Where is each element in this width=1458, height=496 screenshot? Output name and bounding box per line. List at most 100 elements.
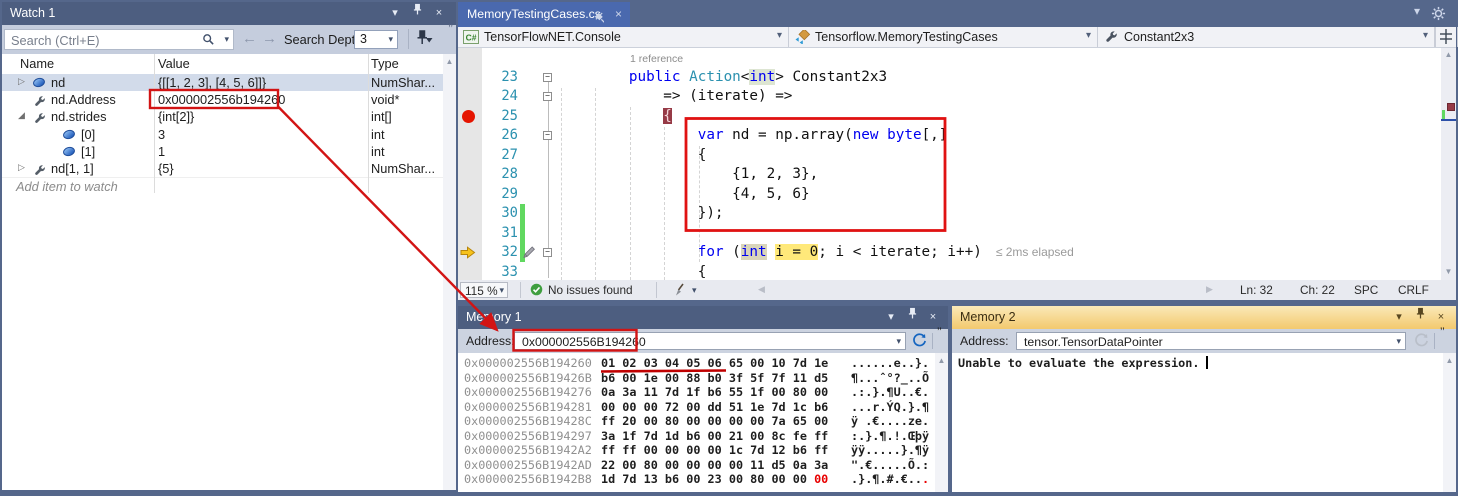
memory1-scrollbar[interactable]: ▲ — [935, 353, 948, 492]
chevron-down-icon[interactable]: ▾ — [1390, 306, 1408, 329]
watch-value[interactable]: {int[2]} — [158, 109, 194, 124]
expand-icon[interactable]: ▷ — [18, 76, 25, 87]
code-line[interactable]: public Action<int> Constant2x3 — [560, 68, 887, 87]
broom-icon[interactable] — [674, 283, 688, 300]
scroll-up-icon[interactable]: ▲ — [1443, 356, 1456, 365]
codelens-references[interactable]: 1 reference — [630, 53, 683, 65]
line-number[interactable]: 27 — [482, 146, 518, 165]
scroll-down-icon[interactable]: ▼ — [1441, 267, 1456, 276]
pin-filter-icon[interactable] — [416, 29, 433, 53]
editor-tab[interactable]: MemoryTestingCases.cs × — [458, 2, 630, 27]
line-number[interactable]: 25 — [482, 107, 518, 126]
editor-vertical-scrollbar[interactable]: ▲ ▼ — [1441, 48, 1456, 280]
line-number[interactable]: 29 — [482, 185, 518, 204]
code-line[interactable]: { — [560, 107, 672, 126]
collapse-toggle-icon[interactable] — [543, 92, 552, 101]
refresh-icon[interactable] — [912, 333, 928, 349]
scroll-up-icon[interactable]: ▲ — [443, 57, 456, 66]
zoom-level-select[interactable]: 115 % ▾ — [460, 282, 508, 298]
code-line[interactable]: => (iterate) => — [560, 87, 792, 106]
line-number[interactable]: 24 — [482, 87, 518, 106]
scroll-right-icon[interactable]: ▶ — [1206, 284, 1213, 295]
watch-scrollbar[interactable]: ▲ — [443, 54, 456, 490]
code-line[interactable]: {4, 5, 6} — [560, 185, 810, 204]
pin-icon[interactable] — [1411, 306, 1429, 329]
issues-status-text[interactable]: No issues found — [548, 283, 633, 297]
watch-row[interactable]: ▷nd[1, 1]{5}NumShar... — [2, 160, 443, 177]
code-line[interactable]: { — [560, 263, 706, 281]
column-type[interactable]: Type — [371, 56, 399, 71]
split-editor-button[interactable] — [1435, 27, 1458, 47]
tab-close-icon[interactable]: × — [615, 2, 622, 27]
address-field[interactable] — [1022, 334, 1389, 350]
memory2-content[interactable]: Unable to evaluate the expression. — [952, 353, 1443, 492]
forward-arrow-icon[interactable]: → — [262, 30, 277, 47]
watch-value[interactable]: 1 — [158, 144, 165, 159]
scroll-up-icon[interactable]: ▲ — [1441, 50, 1456, 59]
gear-icon[interactable] — [1431, 6, 1446, 24]
scroll-up-icon[interactable]: ▲ — [935, 356, 948, 365]
pin-icon[interactable] — [903, 306, 921, 329]
column-separator[interactable] — [368, 54, 369, 193]
chevron-down-icon[interactable]: ▾ — [692, 285, 697, 296]
watch-search-box[interactable]: ▾ — [4, 29, 234, 50]
window-chevron-down-icon[interactable]: ▾ — [1414, 4, 1420, 18]
memory1-address-input[interactable]: ▾ — [514, 332, 906, 350]
chevron-down-icon[interactable]: ▾ — [1396, 336, 1401, 347]
memory2-address-input[interactable]: ▾ — [1016, 332, 1406, 350]
back-arrow-icon[interactable]: ← — [242, 30, 257, 47]
collapse-toggle-icon[interactable] — [543, 73, 552, 82]
code-editor[interactable]: 1 reference 23 public Action<int> Consta… — [458, 48, 1456, 280]
expand-icon[interactable]: ▷ — [18, 162, 25, 173]
search-input[interactable] — [9, 31, 183, 50]
overflow-icon[interactable]: ’’ — [1440, 326, 1445, 338]
code-line[interactable]: {1, 2, 3}, — [560, 165, 818, 184]
code-line[interactable]: { — [560, 146, 706, 165]
line-number[interactable]: 26 — [482, 126, 518, 145]
address-field[interactable] — [520, 334, 889, 350]
watch-row[interactable]: [0]3int — [2, 126, 443, 143]
code-line[interactable]: var nd = np.array(new byte[,] — [560, 126, 947, 145]
line-number[interactable]: 23 — [482, 68, 518, 87]
collapse-icon[interactable]: ◢ — [18, 110, 25, 121]
memory2-scrollbar[interactable]: ▲ — [1443, 353, 1456, 492]
memory1-hex-dump[interactable]: 0x000002556B19426001 02 03 04 05 06 65 0… — [458, 353, 935, 492]
watch-value[interactable]: {[[1, 2, 3], [4, 5, 6]]} — [158, 75, 266, 90]
search-dropdown-icon[interactable]: ▾ — [224, 34, 229, 45]
toolbar-overflow-icon[interactable]: ’’ — [448, 23, 453, 35]
watch-row[interactable]: ◢nd.strides{int[2]}int[] — [2, 108, 443, 125]
watch-value[interactable]: 0x000002556b194260 — [158, 92, 285, 107]
nav-project-dropdown[interactable]: C# TensorFlowNET.Console ▾ — [458, 27, 789, 47]
code-line[interactable]: }); — [560, 204, 724, 223]
line-number[interactable]: 31 — [482, 224, 518, 243]
nav-class-dropdown[interactable]: Tensorflow.MemoryTestingCases ▾ — [789, 27, 1098, 47]
collapse-toggle-icon[interactable] — [543, 248, 552, 257]
watch-row[interactable]: [1]1int — [2, 143, 443, 160]
chevron-down-icon[interactable]: ▾ — [386, 2, 404, 25]
breakpoint-icon[interactable] — [462, 110, 475, 123]
watch-row[interactable]: ▷nd{[[1, 2, 3], [4, 5, 6]]}NumShar... — [2, 74, 443, 91]
watch-value[interactable]: 3 — [158, 127, 165, 142]
scroll-left-icon[interactable]: ◀ — [758, 284, 765, 295]
column-name[interactable]: Name — [20, 56, 54, 71]
search-icon[interactable] — [202, 33, 215, 51]
collapse-toggle-icon[interactable] — [543, 131, 552, 140]
search-depth-select[interactable]: 3 ▾ — [354, 30, 398, 49]
watch-row[interactable]: nd.Address0x000002556b194260void* — [2, 91, 443, 108]
column-value[interactable]: Value — [158, 56, 190, 71]
overflow-icon[interactable]: ’’ — [937, 326, 942, 338]
watch-add-row[interactable]: Add item to watch — [2, 177, 443, 196]
line-number[interactable]: 32 — [482, 243, 518, 262]
close-icon[interactable]: × — [430, 2, 448, 25]
chevron-down-icon[interactable]: ▾ — [882, 306, 900, 329]
line-number[interactable]: 30 — [482, 204, 518, 223]
pin-icon[interactable] — [408, 2, 426, 25]
nav-member-dropdown[interactable]: Constant2x3 ▾ — [1098, 27, 1435, 47]
watch-value[interactable]: {5} — [158, 161, 174, 176]
chevron-down-icon[interactable]: ▾ — [896, 336, 901, 347]
line-number[interactable]: 33 — [482, 263, 518, 281]
line-number[interactable]: 28 — [482, 165, 518, 184]
code-line[interactable]: for (int i = 0; i < iterate; i++)≤ 2ms e… — [560, 243, 1074, 262]
column-separator[interactable] — [154, 54, 155, 193]
issues-check-icon[interactable] — [530, 283, 543, 299]
